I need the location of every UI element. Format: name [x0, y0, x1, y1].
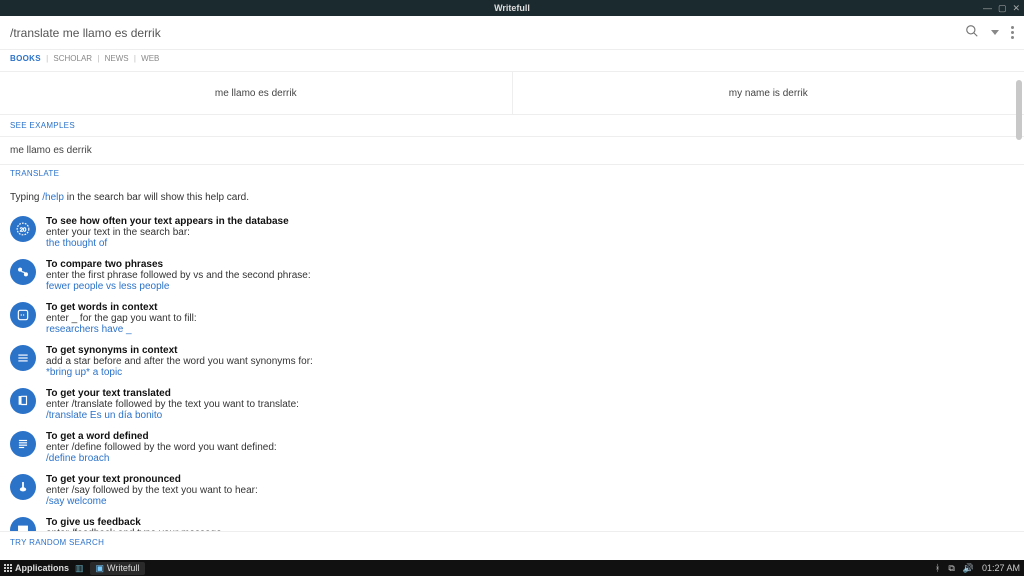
- feature-example[interactable]: /say welcome: [46, 496, 258, 507]
- feature-desc: enter /say followed by the text you want…: [46, 485, 258, 496]
- pronounce-icon: [10, 474, 36, 500]
- close-icon[interactable]: ✕: [1012, 3, 1020, 14]
- bluetooth-icon[interactable]: ᚼ: [935, 563, 940, 573]
- window-titlebar: Writefull — ▢ ✕: [0, 0, 1024, 16]
- apps-grid-icon: [4, 564, 12, 572]
- feature-desc: enter the first phrase followed by vs an…: [46, 270, 311, 281]
- feature-title: To compare two phrases: [46, 259, 311, 270]
- feature-title: To get synonyms in context: [46, 345, 313, 356]
- compare-icon: [10, 259, 36, 285]
- search-row: /translate me llamo es derrik: [0, 16, 1024, 50]
- comparison-right: my name is derrik: [512, 72, 1024, 114]
- search-icon[interactable]: [965, 24, 979, 41]
- scrollbar[interactable]: [1016, 80, 1022, 140]
- taskbar-task-writefull[interactable]: ▣ Writefull: [90, 562, 146, 575]
- try-random-link[interactable]: TRY RANDOM SEARCH: [0, 531, 1024, 551]
- feature-title: To get your text translated: [46, 388, 299, 399]
- applications-menu[interactable]: Applications: [4, 563, 69, 573]
- context-icon: [10, 302, 36, 328]
- feature-desc: enter /translate followed by the text yo…: [46, 399, 299, 410]
- count-icon: 20: [10, 216, 36, 242]
- feature-title: To see how often your text appears in th…: [46, 216, 289, 227]
- define-icon: [10, 431, 36, 457]
- see-examples-link[interactable]: SEE EXAMPLES: [0, 115, 1024, 136]
- feature-example[interactable]: /translate Es un día bonito: [46, 410, 299, 421]
- feature-title: To get words in context: [46, 302, 197, 313]
- volume-icon[interactable]: 🔊: [963, 563, 974, 574]
- help-hint: Typing /help in the search bar will show…: [0, 184, 1024, 211]
- comparison-row: me llamo es derrik my name is derrik: [0, 71, 1024, 115]
- feature-define: To get a word defined enter /define foll…: [6, 426, 1018, 469]
- feature-count: 20 To see how often your text appears in…: [6, 211, 1018, 254]
- feature-translate: To get your text translated enter /trans…: [6, 383, 1018, 426]
- taskbar: Applications ▥ ▣ Writefull ᚼ ⧉ 🔊 01:27 A…: [0, 560, 1024, 576]
- app-body: /translate me llamo es derrik BOOKS | SC…: [0, 16, 1024, 560]
- feature-context: To get words in context enter _ for the …: [6, 297, 1018, 340]
- svg-text:20: 20: [20, 227, 27, 233]
- feature-synonym: To get synonyms in context add a star be…: [6, 340, 1018, 383]
- comparison-left: me llamo es derrik: [0, 72, 512, 114]
- source-scholar[interactable]: SCHOLAR: [53, 54, 92, 63]
- clock[interactable]: 01:27 AM: [982, 563, 1020, 573]
- feedback-icon: [10, 517, 36, 531]
- feature-desc: enter _ for the gap you want to fill:: [46, 313, 197, 324]
- help-command: /help: [42, 192, 64, 203]
- source-news[interactable]: NEWS: [105, 54, 129, 63]
- feature-feedback: To give us feedback enter /feedback and …: [6, 512, 1018, 531]
- maximize-icon[interactable]: ▢: [998, 3, 1007, 14]
- features-list: 20 To see how often your text appears in…: [0, 211, 1024, 531]
- feature-title: To give us feedback: [46, 517, 222, 528]
- feature-pronounce: To get your text pronounced enter /say f…: [6, 469, 1018, 512]
- source-books[interactable]: BOOKS: [10, 54, 41, 63]
- kebab-menu-icon[interactable]: [1011, 26, 1014, 39]
- translate-panel: me llamo es derrik: [0, 136, 1024, 165]
- feature-desc: enter /define followed by the word you w…: [46, 442, 277, 453]
- translate-link[interactable]: TRANSLATE: [0, 165, 1024, 184]
- feature-desc: enter /feedback and type your message: [46, 528, 222, 531]
- feature-desc: add a star before and after the word you…: [46, 356, 313, 367]
- chevron-down-icon[interactable]: [991, 30, 999, 35]
- feature-compare: To compare two phrases enter the first p…: [6, 254, 1018, 297]
- synonym-icon: [10, 345, 36, 371]
- feature-example[interactable]: *bring up* a topic: [46, 367, 313, 378]
- workspace-icon[interactable]: ▥: [75, 563, 84, 574]
- app-icon: ▣: [96, 563, 105, 574]
- feature-example[interactable]: researchers have _: [46, 324, 197, 335]
- minimize-icon[interactable]: —: [983, 3, 992, 14]
- feature-desc: enter your text in the search bar:: [46, 227, 289, 238]
- source-web[interactable]: WEB: [141, 54, 159, 63]
- source-tabs: BOOKS | SCHOLAR | NEWS | WEB: [0, 50, 1024, 71]
- feature-title: To get your text pronounced: [46, 474, 258, 485]
- dropbox-icon[interactable]: ⧉: [948, 563, 954, 574]
- feature-title: To get a word defined: [46, 431, 277, 442]
- search-input[interactable]: /translate me llamo es derrik: [10, 26, 965, 40]
- translate-icon: [10, 388, 36, 414]
- feature-example[interactable]: /define broach: [46, 453, 277, 464]
- feature-example[interactable]: the thought of: [46, 238, 289, 249]
- window-title: Writefull: [494, 3, 530, 13]
- feature-example[interactable]: fewer people vs less people: [46, 281, 311, 292]
